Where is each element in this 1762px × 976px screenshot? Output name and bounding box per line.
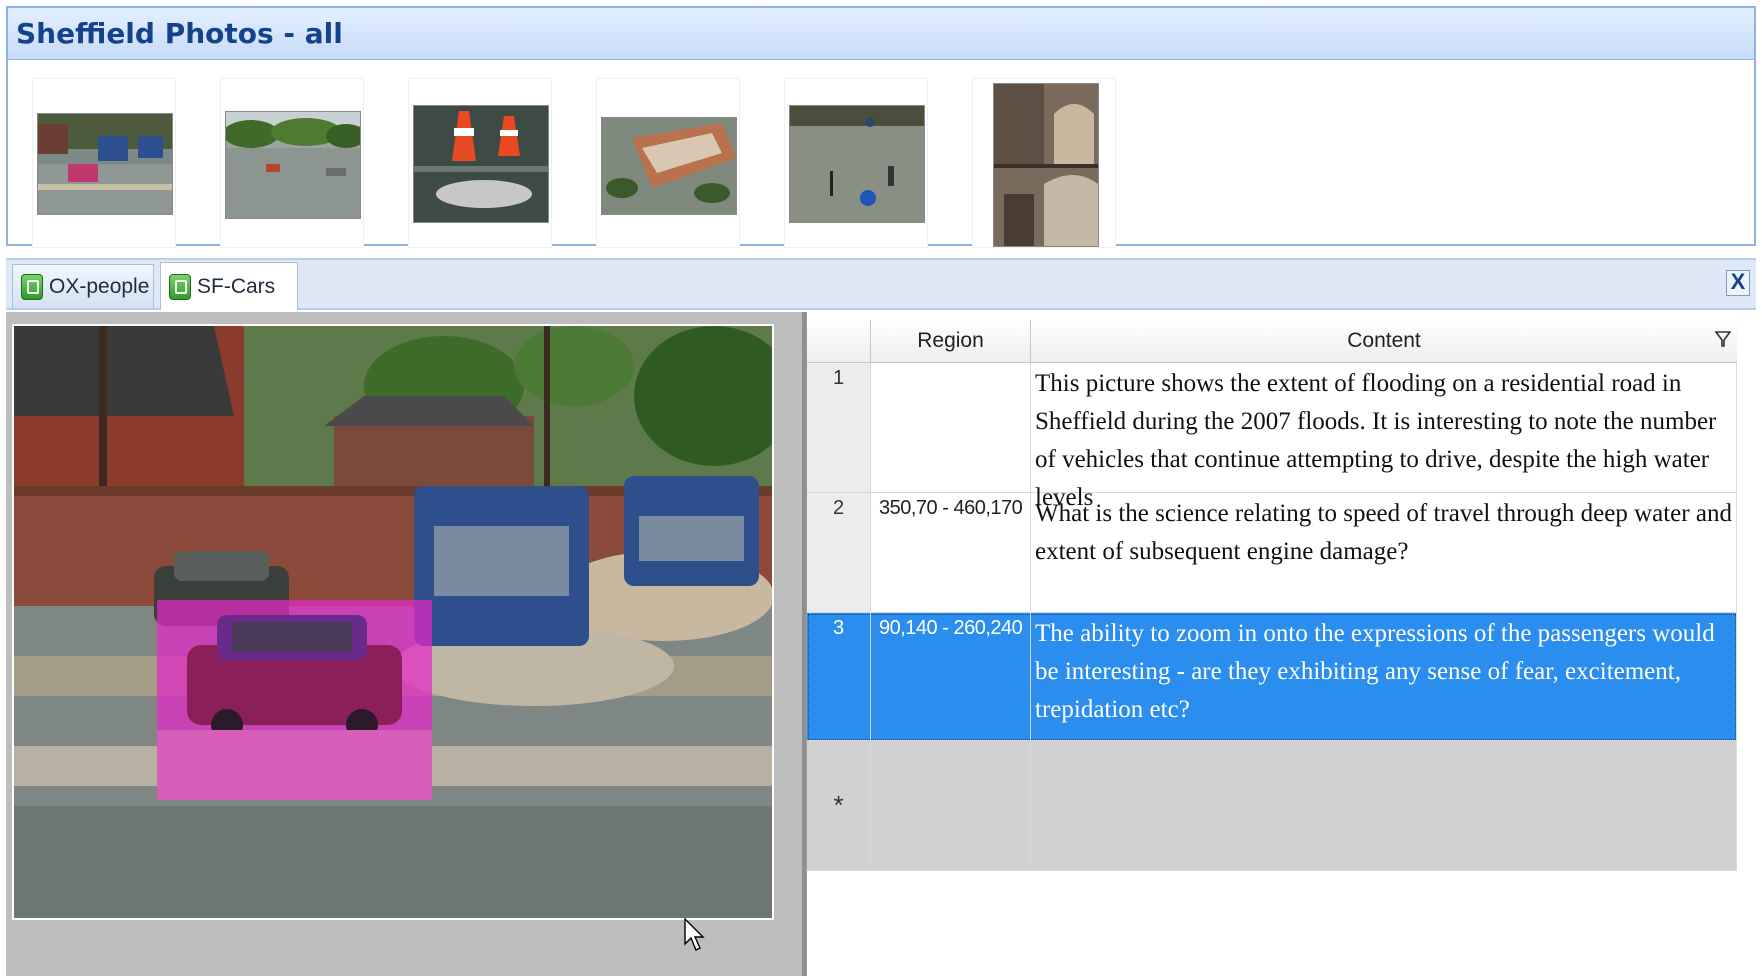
gallery-header: Sheffield Photos - all [8,8,1754,60]
annotation-grid: Region Content 1 This picture shows the … [806,312,1757,976]
table-row[interactable]: 1 This picture shows the extent of flood… [807,363,1737,511]
document-icon [21,273,43,300]
content-cell[interactable]: The ability to zoom in onto the expressi… [1031,613,1737,740]
column-header-label: Region [917,329,984,352]
column-header-region[interactable]: Region [871,320,1031,362]
content-cell[interactable]: This picture shows the extent of floodin… [1031,363,1737,511]
region-highlight-overlay[interactable] [157,600,432,800]
region-cell[interactable]: 90,140 - 260,240 [871,613,1031,740]
thumbnail-image [789,105,925,223]
region-cell[interactable] [871,363,1031,492]
tab-sf-cars[interactable]: SF-Cars [160,262,298,310]
thumbnail-aerial-flooded-houses[interactable] [596,78,740,248]
mouse-cursor-icon [684,918,705,951]
document-icon [169,273,191,300]
thumbnail-image [601,117,737,215]
row-header-corner [807,320,871,362]
thumbnail-image [225,111,361,219]
thumbnail-flooded-road-sign[interactable] [784,78,928,248]
column-header-content[interactable]: Content [1031,320,1737,362]
close-tab-button[interactable]: X [1726,270,1750,296]
content-cell[interactable] [1031,741,1737,870]
document-tabstrip: OX-people SF-Cars X [6,258,1756,310]
row-number: 2 [807,493,871,612]
new-row[interactable]: * [807,741,1737,871]
tab-label: OX-people [49,274,150,298]
thumbnail-flood-road-vehicles[interactable] [32,78,176,248]
thumbnail-flooded-park[interactable] [220,78,364,248]
row-number: 1 [807,363,871,492]
thumbnail-traffic-cones-fish[interactable] [408,78,552,248]
region-cell[interactable]: 350,70 - 460,170 [871,493,1031,612]
thumbnail-image [993,83,1099,247]
row-number: 3 [807,613,871,740]
table-row-selected[interactable]: 3 90,140 - 260,240 The ability to zoom i… [807,613,1737,741]
photo-gallery-panel: Sheffield Photos - all [6,6,1756,248]
content-cell[interactable]: What is the science relating to speed of… [1031,493,1737,612]
table-row[interactable]: 2 350,70 - 460,170 What is the science r… [807,493,1737,613]
thumbnail-archway-street[interactable] [972,78,1116,248]
gallery-title: Sheffield Photos - all [16,17,343,50]
region-cell[interactable] [871,741,1031,870]
filter-icon[interactable] [1715,330,1731,348]
tab-label: SF-Cars [197,274,276,298]
thumbnail-image [37,113,173,215]
tab-ox-people[interactable]: OX-people [12,264,154,308]
grid-header-row: Region Content [807,320,1737,363]
highlighted-car [157,615,432,800]
new-row-marker: * [807,741,871,870]
column-header-label: Content [1347,329,1421,352]
thumbnail-image [413,105,549,223]
